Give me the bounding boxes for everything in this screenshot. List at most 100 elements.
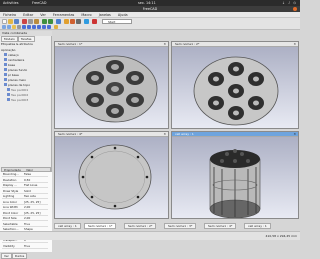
- refresh-icon[interactable]: [56, 19, 61, 24]
- draw-style-icon[interactable]: [12, 25, 16, 29]
- tree-item-label: placas fundo: [8, 68, 28, 72]
- property-value[interactable]: 0,50: [24, 178, 30, 183]
- view-bottom-icon[interactable]: [42, 25, 46, 29]
- property-value[interactable]: Flat Lines: [24, 183, 37, 188]
- menu-edit[interactable]: Editar: [20, 12, 36, 17]
- viewport-2[interactable]: Sem nome1 : 2* ✕: [171, 41, 299, 129]
- tab-data[interactable]: Dados: [11, 253, 28, 259]
- property-value[interactable]: Solid: [24, 189, 31, 194]
- tab-sem-nome-4[interactable]: Sem nome1 : 4*: [204, 223, 237, 229]
- menu-view[interactable]: Ver: [37, 12, 49, 17]
- workbench-selector[interactable]: Start: [102, 19, 132, 24]
- menu-windows[interactable]: Janelas: [96, 12, 114, 17]
- property-value[interactable]: [25, 25, 25]: [24, 211, 40, 216]
- property-row[interactable]: Line Color [25, 25, 25]: [2, 200, 48, 205]
- property-row[interactable]: Lighting Two side: [2, 194, 48, 199]
- part-icon: [4, 73, 7, 77]
- menu-help[interactable]: Ajuda: [115, 12, 131, 17]
- model-render: [209, 149, 261, 218]
- status-bar: 410,58 x 294,45 mm: [0, 231, 300, 240]
- view-front-icon[interactable]: [22, 25, 26, 29]
- fit-selection-icon[interactable]: [7, 25, 11, 29]
- view-tab-bar: cell array : 1 Sem nome1 : 1* Sem nome1 …: [54, 223, 299, 230]
- macro-edit-icon[interactable]: [76, 19, 81, 24]
- system-tray[interactable]: ↓ ♪ ⏻: [282, 1, 297, 5]
- open-folder-icon[interactable]: [8, 19, 13, 24]
- tab-cell-array[interactable]: cell array : 1: [54, 223, 81, 229]
- save-icon[interactable]: [14, 19, 19, 24]
- viewport-1[interactable]: Sem nome1 : 1* ✕: [54, 41, 169, 129]
- property-value[interactable]: 2,00: [24, 205, 30, 210]
- app-name[interactable]: FreeCAD: [32, 1, 47, 5]
- view-left-icon[interactable]: [47, 25, 51, 29]
- measure-icon[interactable]: [54, 25, 58, 29]
- tree-item-label: pl base: [8, 73, 19, 77]
- combo-view-panel: Vista combinada Modelo Tarefas Etiquetas …: [0, 31, 52, 259]
- tab-cell-array-2[interactable]: cell array : 1: [244, 223, 271, 229]
- part-icon: [7, 98, 10, 102]
- menu-tools[interactable]: Ferramentas: [50, 12, 77, 17]
- macro-stop-icon[interactable]: [70, 19, 75, 24]
- property-row[interactable]: Draw Style Solid: [2, 189, 48, 194]
- close-icon[interactable]: [293, 6, 297, 11]
- property-row[interactable]: Selectable True: [2, 222, 48, 227]
- model-render: [72, 55, 158, 123]
- property-row[interactable]: Bounding... False: [2, 172, 48, 177]
- property-key: Point Color: [3, 210, 19, 215]
- property-key: Deviation: [3, 177, 17, 182]
- model-render: [193, 56, 279, 126]
- view-isometric-icon[interactable]: [17, 25, 21, 29]
- viewport-4[interactable]: cell array : 1 ✕: [171, 131, 299, 219]
- part-icon: [4, 68, 7, 72]
- property-key: Point Size: [3, 216, 17, 220]
- property-key: Draw Style: [3, 188, 19, 193]
- property-value[interactable]: Two side: [24, 194, 36, 199]
- property-value[interactable]: False: [24, 172, 31, 177]
- property-row[interactable]: Point Color [25, 25, 25]: [2, 211, 48, 216]
- macro-record-icon[interactable]: [64, 19, 69, 24]
- property-row[interactable]: Visibility True: [2, 244, 48, 249]
- section-label: Etiquetas & atributos: [1, 42, 33, 46]
- whats-this-icon[interactable]: [84, 19, 89, 24]
- tree-item-label: placas de topo: [8, 83, 31, 87]
- property-view-tabs: Ver Dados: [1, 253, 28, 259]
- tree-item-label: Tee pad002: [11, 93, 29, 97]
- tab-sem-nome-2[interactable]: Sem nome1 : 2*: [124, 223, 157, 229]
- property-value[interactable]: [25, 25, 25]: [24, 200, 40, 205]
- property-key: Lighting: [3, 194, 15, 198]
- undo-icon[interactable]: [42, 19, 47, 24]
- property-value[interactable]: True: [24, 222, 30, 227]
- tree-item-label: base: [8, 63, 16, 67]
- property-list: Bounding... False Deviation 0,50 Display ...…: [0, 172, 52, 252]
- paste-icon[interactable]: [34, 19, 39, 24]
- property-row[interactable]: Point Size 2,00: [2, 216, 48, 221]
- cut-icon[interactable]: [22, 19, 27, 24]
- menu-macro[interactable]: Macro: [78, 12, 94, 17]
- copy-icon[interactable]: [28, 19, 33, 24]
- property-row[interactable]: Display ... Flat Lines: [2, 183, 48, 188]
- property-key: Line Color: [3, 199, 18, 204]
- viewport-3[interactable]: Sem nome1 : 4* ✕: [54, 131, 169, 219]
- view-right-icon[interactable]: [32, 25, 36, 29]
- redo-icon[interactable]: [48, 19, 53, 24]
- tab-sem-nome-3[interactable]: Sem nome1 : 3*: [164, 223, 197, 229]
- property-value[interactable]: True: [24, 244, 30, 249]
- property-row[interactable]: Deviation 0,50: [2, 178, 48, 183]
- part-icon: [7, 88, 10, 92]
- new-file-icon[interactable]: [2, 19, 7, 24]
- property-key: Bounding...: [3, 172, 19, 176]
- tab-sem-nome-1[interactable]: Sem nome1 : 1*: [84, 223, 117, 229]
- view-top-icon[interactable]: [27, 25, 31, 29]
- clock[interactable]: sex. 14:11: [138, 1, 156, 5]
- activities-button[interactable]: Activities: [3, 1, 18, 5]
- property-row[interactable]: Line Width 2,00: [2, 205, 48, 210]
- property-value[interactable]: 2,00: [24, 216, 30, 221]
- tab-view[interactable]: Ver: [1, 253, 12, 259]
- tree-item[interactable]: Tee pad003: [7, 98, 28, 103]
- menu-file[interactable]: Ficheiro: [0, 12, 19, 17]
- fit-all-icon[interactable]: [2, 25, 6, 29]
- property-key: Line Width: [3, 205, 18, 209]
- view-rear-icon[interactable]: [37, 25, 41, 29]
- dimension-readout: 410,58 x 294,45 mm: [265, 234, 297, 238]
- tree-item-label: cabeço: [8, 53, 19, 57]
